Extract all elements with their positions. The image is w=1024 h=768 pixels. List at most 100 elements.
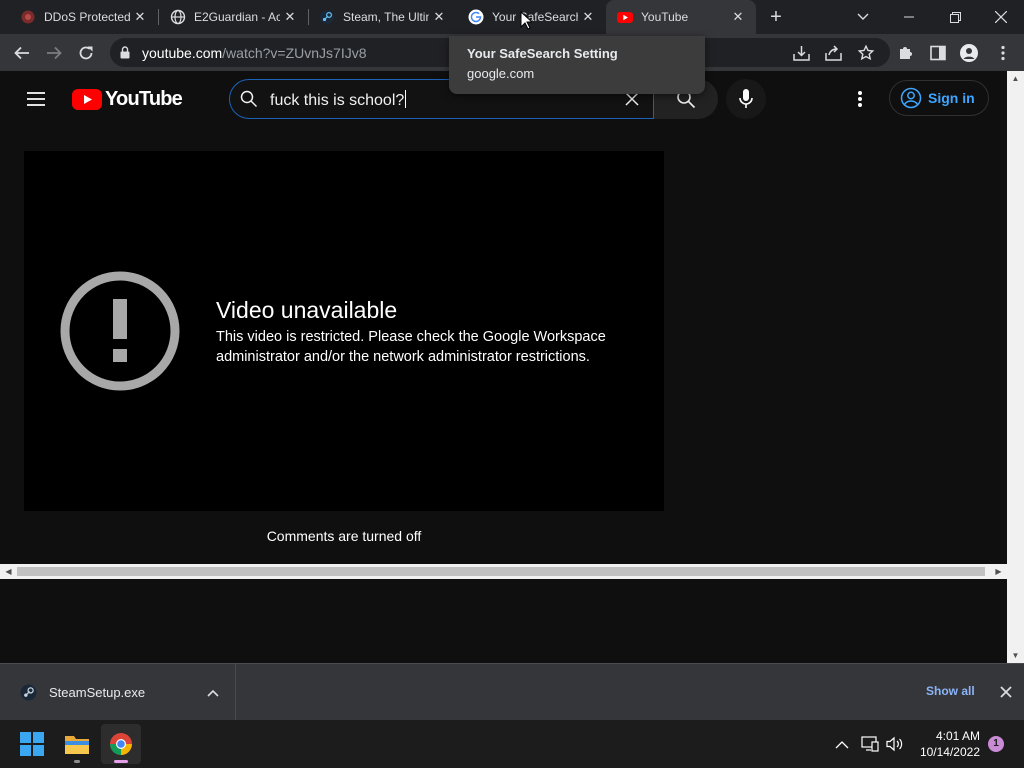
tab-hover-card: Your SafeSearch Setting google.com xyxy=(449,36,705,94)
tab-strip: DDoS Protected ✕ E2Guardian - Ac ✕ Steam… xyxy=(0,0,1024,34)
minimize-button[interactable] xyxy=(886,0,932,34)
youtube-logo[interactable]: YouTube xyxy=(72,88,183,111)
search-icon xyxy=(240,90,258,108)
scroll-left-icon[interactable]: ◀ xyxy=(4,567,13,576)
show-all-downloads-button[interactable]: Show all xyxy=(916,684,985,698)
google-icon xyxy=(468,9,484,25)
chevron-up-icon[interactable] xyxy=(205,685,221,701)
video-player[interactable]: Video unavailable This video is restrict… xyxy=(24,151,664,511)
search-input-text: fuck this is school? xyxy=(270,92,405,109)
folder-icon xyxy=(65,736,89,754)
steam-icon xyxy=(20,684,37,701)
youtube-play-icon xyxy=(72,89,102,110)
close-icon[interactable]: ✕ xyxy=(580,9,596,25)
windows-logo-icon xyxy=(20,732,44,756)
download-file-name: SteamSetup.exe xyxy=(49,685,146,700)
chrome-taskbar-button[interactable] xyxy=(101,724,141,764)
tab-title: E2Guardian - Ac xyxy=(194,10,280,24)
network-button[interactable] xyxy=(860,734,880,754)
tab-ddos[interactable]: DDoS Protected ✕ xyxy=(0,0,158,34)
vertical-scrollbar[interactable]: ▲ ▼ xyxy=(1007,71,1024,663)
close-icon[interactable]: ✕ xyxy=(431,9,447,25)
running-indicator xyxy=(74,760,80,763)
mouse-cursor-icon xyxy=(520,11,532,30)
kebab-menu-icon xyxy=(858,91,862,107)
bookmark-button[interactable] xyxy=(855,42,877,64)
volume-button[interactable] xyxy=(885,734,905,754)
globe-icon xyxy=(170,9,186,25)
close-icon[interactable] xyxy=(997,683,1015,701)
tooltip-domain: google.com xyxy=(467,66,535,81)
url-host: youtube.com xyxy=(142,45,223,61)
voice-search-button[interactable] xyxy=(726,79,766,119)
sign-in-button[interactable]: Sign in xyxy=(889,80,989,116)
star-icon xyxy=(858,45,874,61)
steam-icon xyxy=(320,10,334,24)
error-title: Video unavailable xyxy=(216,297,398,323)
file-explorer-button[interactable] xyxy=(57,724,97,764)
share-button[interactable] xyxy=(822,42,844,64)
close-icon[interactable]: ✕ xyxy=(730,9,746,25)
account-icon xyxy=(900,87,922,109)
chevron-up-icon xyxy=(835,740,849,748)
close-icon[interactable]: ✕ xyxy=(282,9,298,25)
tab-steam[interactable]: Steam, The Ultin ✕ xyxy=(299,0,457,34)
tooltip-title: Your SafeSearch Setting xyxy=(467,46,618,61)
download-bar: SteamSetup.exe Show all xyxy=(0,663,1024,720)
clock-date: 10/14/2022 xyxy=(919,745,980,759)
lock-icon[interactable] xyxy=(120,46,130,59)
install-app-button[interactable] xyxy=(790,42,812,64)
install-icon xyxy=(792,46,810,61)
scrollbar-thumb[interactable] xyxy=(17,567,985,576)
taskbar-clock[interactable]: 4:01 AM 10/14/2022 xyxy=(910,728,980,760)
alert-icon xyxy=(60,271,180,391)
tab-title: DDoS Protected xyxy=(44,10,130,24)
speaker-icon xyxy=(886,736,903,752)
start-button[interactable] xyxy=(12,724,52,764)
windows-taskbar: 4:01 AM 10/14/2022 1 xyxy=(0,720,1024,768)
running-indicator xyxy=(114,760,128,763)
extensions-button[interactable] xyxy=(895,42,917,64)
back-button[interactable] xyxy=(8,39,36,67)
new-tab-button[interactable]: + xyxy=(766,7,786,27)
side-panel-icon xyxy=(930,45,946,61)
puzzle-icon xyxy=(900,47,912,59)
tab-e2guardian[interactable]: E2Guardian - Ac ✕ xyxy=(150,0,308,34)
arrow-right-icon xyxy=(47,46,62,60)
chevron-down-icon xyxy=(857,13,869,20)
show-hidden-icons-button[interactable] xyxy=(832,734,852,754)
minimize-icon xyxy=(904,16,914,18)
download-item[interactable]: SteamSetup.exe xyxy=(0,664,236,720)
restore-button[interactable] xyxy=(932,0,978,34)
tab-youtube[interactable]: YouTube ✕ xyxy=(606,0,756,34)
menu-button[interactable] xyxy=(992,42,1014,64)
clock-time: 4:01 AM xyxy=(935,729,980,743)
reload-button[interactable] xyxy=(72,39,100,67)
profile-button[interactable] xyxy=(958,42,980,64)
close-window-button[interactable] xyxy=(978,0,1024,34)
scroll-right-icon[interactable]: ▶ xyxy=(994,567,1003,576)
search-input[interactable]: fuck this is school? xyxy=(270,90,407,110)
youtube-page: YouTube fuck this is school? Sign in Vid… xyxy=(0,71,1007,564)
close-icon[interactable]: ✕ xyxy=(132,9,148,25)
horizontal-scrollbar[interactable]: ◀ ▶ xyxy=(0,564,1007,579)
text-caret xyxy=(405,90,407,108)
youtube-icon xyxy=(617,12,633,23)
page-background xyxy=(0,579,1007,663)
sign-in-label: Sign in xyxy=(928,90,975,106)
url-path: /watch?v=ZUvnJs7IJv8 xyxy=(222,45,367,61)
side-panel-button[interactable] xyxy=(927,42,949,64)
hamburger-menu-icon[interactable] xyxy=(24,87,48,111)
settings-menu-button[interactable] xyxy=(848,87,872,111)
forward-button[interactable] xyxy=(40,39,68,67)
youtube-logo-text: YouTube xyxy=(105,88,183,110)
tab-search-button[interactable] xyxy=(840,0,886,34)
kebab-menu-icon xyxy=(1001,45,1005,61)
profile-icon xyxy=(960,44,978,62)
scroll-down-icon[interactable]: ▼ xyxy=(1011,651,1020,660)
error-message: This video is restricted. Please check t… xyxy=(216,329,606,365)
notification-badge[interactable]: 1 xyxy=(988,736,1004,752)
scroll-up-icon[interactable]: ▲ xyxy=(1011,74,1020,83)
restore-icon xyxy=(949,11,961,23)
reload-icon xyxy=(79,46,93,60)
